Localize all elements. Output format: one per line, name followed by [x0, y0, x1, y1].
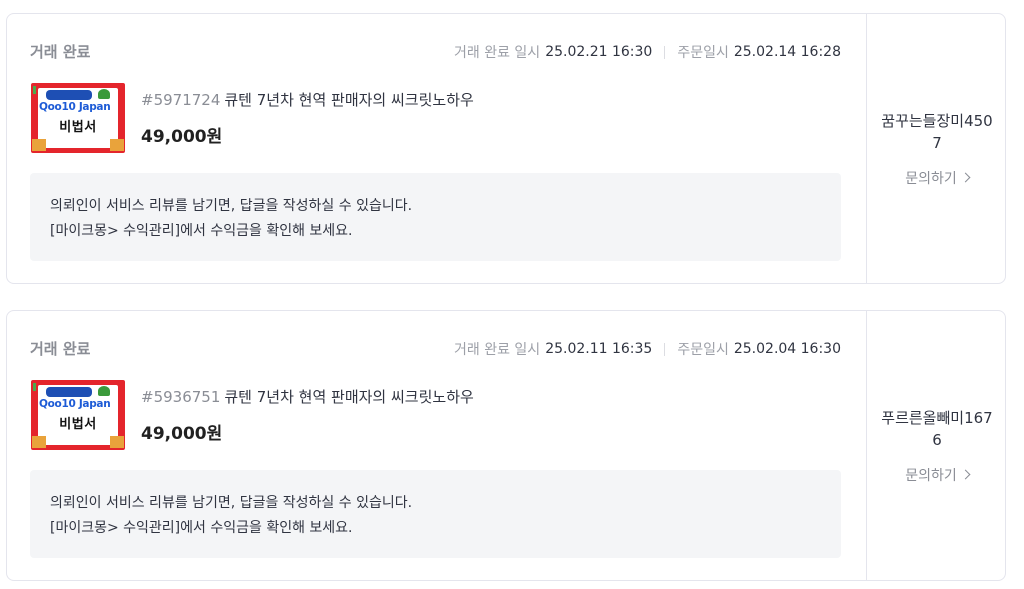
- notice-line: 의뢰인이 서비스 리뷰를 남기면, 답글을 작성하실 수 있습니다.: [50, 198, 413, 214]
- completed-date-label: 거래 완료 일시: [454, 342, 541, 358]
- order-price: 49,000원: [141, 127, 223, 147]
- order-title[interactable]: #5971724 큐텐 7년차 현역 판매자의 씨크릿노하우: [141, 89, 474, 110]
- thumbnail-brand: Qoo10 Japan: [39, 398, 111, 410]
- order-details: 거래 완료 거래 완료 일시 25.02.11 16:35 주문일시 25.02…: [7, 311, 866, 580]
- thumbnail-image: Qoo10 Japan 비법서: [38, 385, 118, 445]
- inquiry-label: 문의하기: [905, 170, 957, 187]
- order-title[interactable]: #5936751 큐텐 7년차 현역 판매자의 씨크릿노하우: [141, 386, 474, 407]
- divider: [664, 45, 666, 59]
- thumb-decoration: [33, 383, 36, 391]
- order-price: 49,000원: [141, 424, 223, 444]
- order-card: 거래 완료 거래 완료 일시 25.02.11 16:35 주문일시 25.02…: [6, 310, 1006, 581]
- completed-date: 25.02.21 16:30: [545, 44, 653, 60]
- order-date-label: 주문일시: [677, 342, 729, 358]
- leaf-icon: [98, 89, 110, 99]
- review-notice: 의뢰인이 서비스 리뷰를 남기면, 답글을 작성하실 수 있습니다. [마이크몽…: [30, 470, 841, 558]
- order-date: 25.02.04 16:30: [733, 341, 841, 357]
- product-thumbnail[interactable]: Qoo10 Japan 비법서: [31, 380, 125, 450]
- thumbnail-title: 비법서: [59, 120, 97, 135]
- thumbnail-brand: Qoo10 Japan: [39, 101, 111, 113]
- review-notice: 의뢰인이 서비스 리뷰를 남기면, 답글을 작성하실 수 있습니다. [마이크몽…: [30, 173, 841, 261]
- notice-line: 의뢰인이 서비스 리뷰를 남기면, 답글을 작성하실 수 있습니다.: [50, 495, 413, 511]
- order-status: 거래 완료: [30, 43, 91, 61]
- seller-panel: 푸르른올빼미1676 문의하기: [866, 311, 1007, 580]
- thumbnail-image: Qoo10 Japan 비법서: [38, 88, 118, 148]
- divider: [664, 342, 666, 356]
- thumb-decoration: [33, 86, 36, 94]
- completed-date-label: 거래 완료 일시: [454, 45, 541, 61]
- box-icon: [32, 436, 46, 448]
- chevron-right-icon: [960, 172, 971, 183]
- seller-name[interactable]: 꿈꾸는들장미4507: [877, 110, 997, 154]
- order-status: 거래 완료: [30, 340, 91, 358]
- product-thumbnail[interactable]: Qoo10 Japan 비법서: [31, 83, 125, 153]
- notice-line: [마이크몽> 수익관리]에서 수익금을 확인해 보세요.: [50, 520, 353, 536]
- completed-date: 25.02.11 16:35: [545, 341, 653, 357]
- order-number: #5971724: [141, 91, 221, 109]
- thumbnail-tag: [46, 387, 92, 397]
- order-card: 거래 완료 거래 완료 일시 25.02.21 16:30 주문일시 25.02…: [6, 13, 1006, 284]
- order-details: 거래 완료 거래 완료 일시 25.02.21 16:30 주문일시 25.02…: [7, 14, 866, 283]
- service-title: 큐텐 7년차 현역 판매자의 씨크릿노하우: [224, 91, 474, 109]
- service-title: 큐텐 7년차 현역 판매자의 씨크릿노하우: [224, 388, 474, 406]
- inquiry-button[interactable]: 문의하기: [905, 465, 971, 485]
- seller-panel: 꿈꾸는들장미4507 문의하기: [866, 14, 1007, 283]
- order-date: 25.02.14 16:28: [733, 44, 841, 60]
- inquiry-button[interactable]: 문의하기: [905, 168, 971, 188]
- box-icon: [32, 139, 46, 151]
- order-dates: 거래 완료 일시 25.02.21 16:30 주문일시 25.02.14 16…: [454, 42, 841, 62]
- seller-name[interactable]: 푸르른올빼미1676: [877, 407, 997, 451]
- leaf-icon: [98, 386, 110, 396]
- chevron-right-icon: [960, 469, 971, 480]
- order-number: #5936751: [141, 388, 221, 406]
- order-date-label: 주문일시: [677, 45, 729, 61]
- inquiry-label: 문의하기: [905, 467, 957, 484]
- box-icon: [110, 139, 124, 151]
- thumbnail-title: 비법서: [59, 417, 97, 432]
- notice-line: [마이크몽> 수익관리]에서 수익금을 확인해 보세요.: [50, 223, 353, 239]
- order-dates: 거래 완료 일시 25.02.11 16:35 주문일시 25.02.04 16…: [454, 339, 841, 359]
- box-icon: [110, 436, 124, 448]
- thumbnail-tag: [46, 90, 92, 100]
